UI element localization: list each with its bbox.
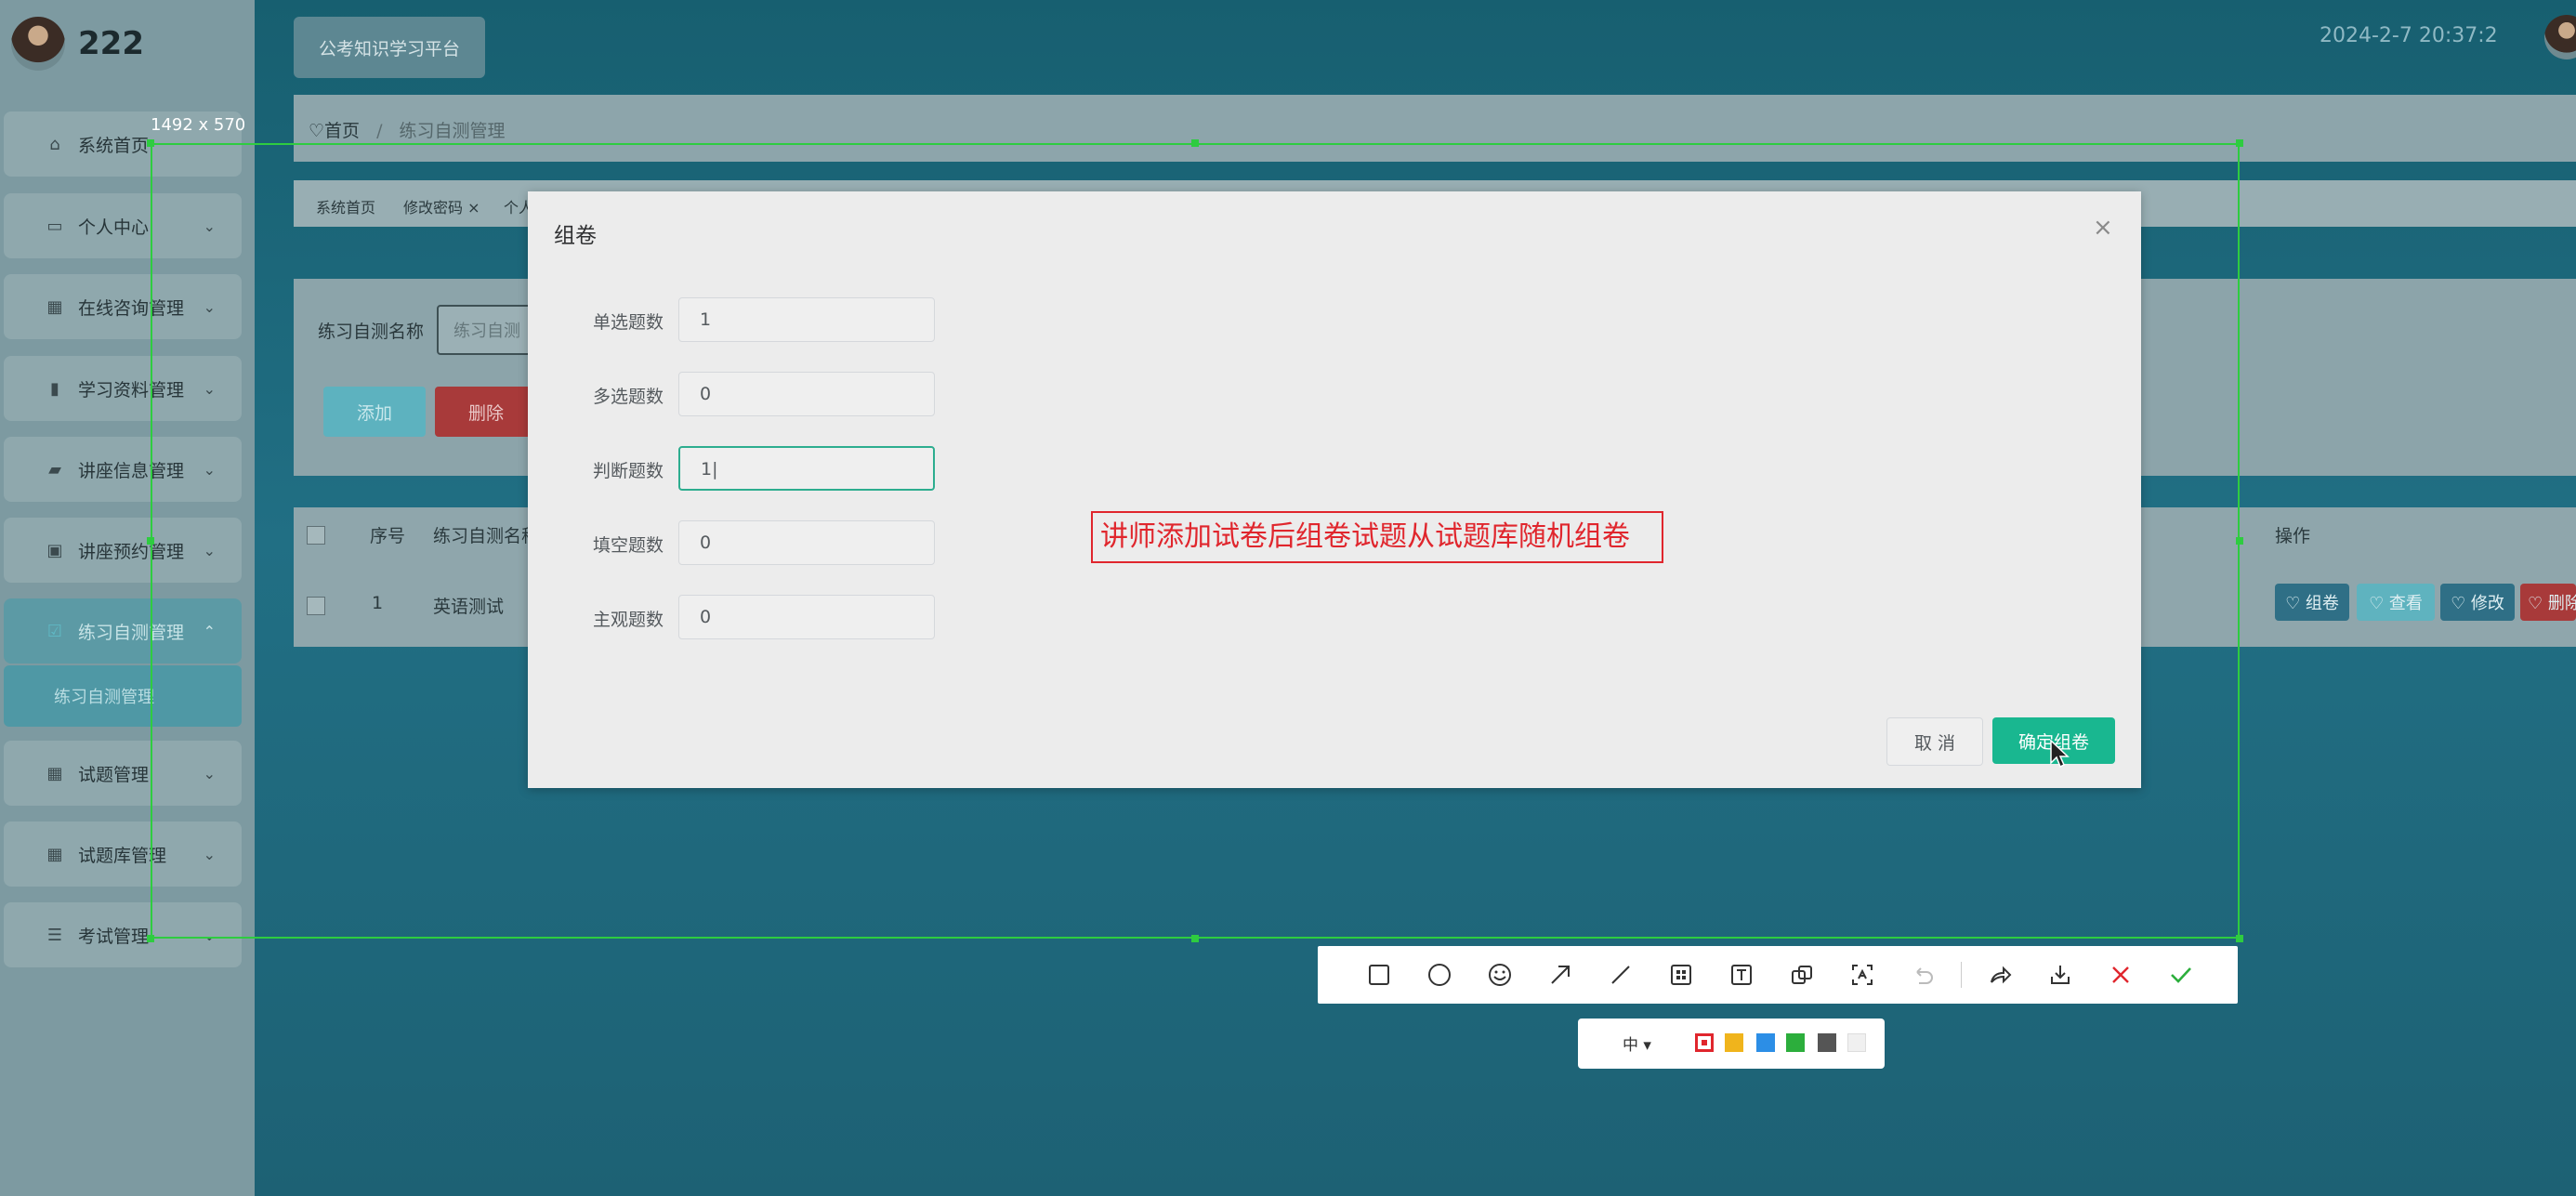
color-swatch-green[interactable] xyxy=(1786,1033,1805,1052)
sidebar-item-label: 个人中心 xyxy=(78,217,150,238)
fill-blank-input[interactable]: 0 xyxy=(678,520,935,565)
ellipse-icon[interactable] xyxy=(1417,953,1462,997)
text-icon[interactable] xyxy=(1719,953,1764,997)
view-button[interactable]: ♡ 查看 xyxy=(2357,584,2435,621)
platform-button[interactable]: 公考知识学习平台 xyxy=(294,17,485,78)
font-size-select[interactable]: 中 ▾ xyxy=(1623,1032,1651,1055)
resize-handle[interactable] xyxy=(2236,139,2243,147)
clipboard-icon: ▣ xyxy=(46,540,63,560)
selected-color-dot xyxy=(1702,1040,1707,1045)
app-name: 222 xyxy=(78,25,144,62)
multi-choice-label: 多选题数 xyxy=(593,387,664,407)
single-choice-label: 单选题数 xyxy=(593,312,664,333)
column-header-actions: 操作 xyxy=(2275,526,2311,546)
grid-icon: ▦ xyxy=(46,296,63,317)
mouse-cursor-icon xyxy=(2050,739,2070,773)
rectangle-icon[interactable] xyxy=(1357,953,1401,997)
resize-handle[interactable] xyxy=(147,139,154,147)
home-icon: ⌂ xyxy=(49,134,60,154)
breadcrumb-current: 练习自测管理 xyxy=(399,121,506,141)
text-annotation[interactable]: 讲师添加试卷后组卷试题从试题库随机组卷 xyxy=(1091,511,1663,563)
sidebar-item-label: 考试管理 xyxy=(78,926,150,947)
share-icon[interactable] xyxy=(1978,953,2022,997)
resize-handle[interactable] xyxy=(2236,935,2243,942)
color-swatch-yellow[interactable] xyxy=(1725,1033,1743,1052)
briefcase-icon: ▰ xyxy=(48,459,61,480)
close-icon[interactable]: × xyxy=(2093,214,2113,242)
breadcrumb-separator: / xyxy=(376,121,383,141)
arrow-icon[interactable] xyxy=(1538,953,1583,997)
multi-choice-input[interactable]: 0 xyxy=(678,372,935,416)
cancel-icon[interactable] xyxy=(2098,953,2143,997)
dialog-title: 组卷 xyxy=(554,224,597,248)
resize-handle[interactable] xyxy=(1191,935,1199,942)
datetime: 2024-2-7 20:37:2 xyxy=(2320,24,2498,47)
color-swatch-white[interactable] xyxy=(1847,1033,1866,1052)
toolbar-divider xyxy=(1961,962,1962,988)
single-choice-input[interactable]: 1 xyxy=(678,297,935,342)
compose-paper-button[interactable]: ♡ 组卷 xyxy=(2275,584,2349,621)
capture-toolbar xyxy=(1318,946,2238,1004)
ocr-icon[interactable] xyxy=(1840,953,1885,997)
books-icon: ▮ xyxy=(50,378,59,399)
logo-avatar xyxy=(11,17,65,71)
subjective-input[interactable]: 0 xyxy=(678,595,935,639)
resize-handle[interactable] xyxy=(147,537,154,545)
resize-handle[interactable] xyxy=(2236,537,2243,545)
true-false-input[interactable]: 1| xyxy=(678,446,935,491)
sidebar-item-label: 试题管理 xyxy=(78,764,150,785)
grid-icon: ▦ xyxy=(46,844,63,864)
edit-button[interactable]: ♡ 修改 xyxy=(2440,584,2515,621)
line-icon[interactable] xyxy=(1598,953,1643,997)
color-swatch-blue[interactable] xyxy=(1756,1033,1775,1052)
resize-handle[interactable] xyxy=(1191,139,1199,147)
mosaic-icon[interactable] xyxy=(1659,953,1703,997)
confirm-icon[interactable] xyxy=(2159,953,2203,997)
user-card-icon: ▭ xyxy=(46,216,63,236)
sidebar-item-label: 系统首页 xyxy=(78,135,150,156)
download-icon[interactable] xyxy=(2038,953,2083,997)
fill-blank-label: 填空题数 xyxy=(593,535,664,556)
copy-icon[interactable] xyxy=(1780,953,1824,997)
breadcrumb-home[interactable]: ♡首页 xyxy=(309,121,360,141)
resize-handle[interactable] xyxy=(147,935,154,942)
breadcrumb: ♡首页 / 练习自测管理 xyxy=(309,117,506,142)
sliders-icon: ☰ xyxy=(46,925,63,945)
grid-icon: ▦ xyxy=(46,763,63,783)
app-logo: 222 xyxy=(11,17,144,71)
true-false-label: 判断题数 xyxy=(593,461,664,481)
cancel-button[interactable]: 取 消 xyxy=(1886,717,1983,766)
subjective-label: 主观题数 xyxy=(593,610,664,630)
emoji-icon[interactable] xyxy=(1478,953,1522,997)
color-swatch-gray[interactable] xyxy=(1818,1033,1836,1052)
checkbox-icon: ☑ xyxy=(46,621,63,641)
selection-size-label: 1492 x 570 xyxy=(151,115,246,135)
undo-icon[interactable] xyxy=(1900,953,1945,997)
row-delete-button[interactable]: ♡ 删除 xyxy=(2520,584,2576,621)
color-swatch-red[interactable] xyxy=(1695,1033,1714,1052)
